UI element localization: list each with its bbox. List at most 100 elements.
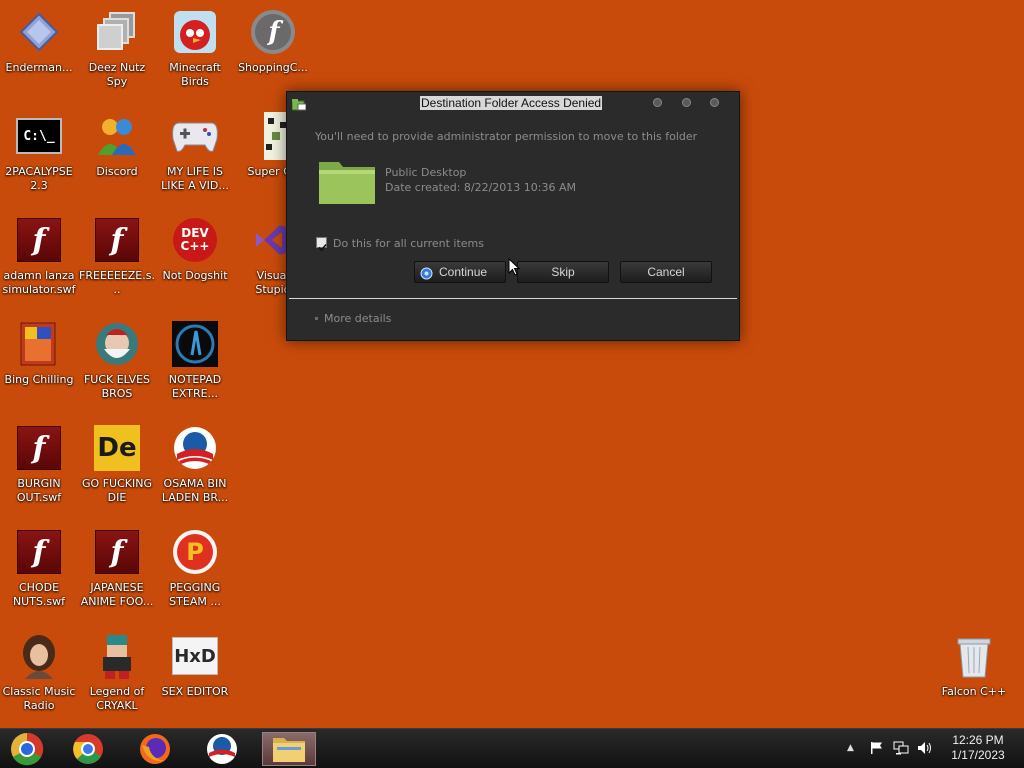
flash-icon: f — [93, 216, 141, 264]
desktop-icon-bing-chilling[interactable]: Bing Chilling — [0, 320, 78, 387]
dialog-message: You'll need to provide administrator per… — [315, 130, 698, 143]
desktop-icon-deez-nutz-spy[interactable]: Deez Nutz Spy — [78, 8, 156, 89]
desktop-icon-falcon-cpp[interactable]: Falcon C++ — [935, 632, 1013, 699]
taskbar-chrome[interactable] — [64, 732, 112, 766]
shield-gear-icon — [420, 266, 433, 280]
desktop-icon-legend-of-cryakl[interactable]: Legend of CRYAKL — [78, 632, 156, 713]
folder-date-created: Date created: 8/22/2013 10:36 AM — [385, 181, 577, 194]
desktop-icon-2pacalypse[interactable]: C:\_ 2PACALYPSE 2.3 — [0, 112, 78, 193]
more-details-label: More details — [324, 312, 392, 325]
desktop-icon-label: BURGIN OUT.swf — [16, 477, 62, 504]
desktop-icon-label: PEGGING STEAM ... — [169, 581, 221, 608]
desktop-icon-freeeeeze[interactable]: f FREEEEEZE.s... — [78, 216, 156, 297]
flash-icon: f — [15, 528, 63, 576]
desktop-icon-my-life-is-like-a-vid[interactable]: MY LIFE IS LIKE A VID... — [156, 112, 234, 193]
desktop-icon-classic-music-radio[interactable]: Classic Music Radio — [0, 632, 78, 713]
apply-all-label: Do this for all current items — [333, 237, 484, 250]
hxd-icon: HxD — [171, 632, 219, 680]
desktop-icon-label: Enderman... — [5, 61, 73, 74]
flash-glyph: f — [32, 534, 46, 570]
de-logo-icon: De — [93, 424, 141, 472]
pixel-character-icon — [93, 632, 141, 680]
desktop-icon-label: Discord — [96, 165, 138, 178]
desktop-icon-label: Minecraft Birds — [169, 61, 221, 88]
desktop-icon-go-fucking-die[interactable]: De GO FUCKING DIE — [78, 424, 156, 505]
skip-label: Skip — [551, 265, 575, 279]
cancel-label: Cancel — [647, 265, 685, 279]
maximize-button[interactable] — [682, 98, 691, 107]
minimize-button[interactable] — [653, 98, 662, 107]
gamepad-icon — [171, 112, 219, 160]
angry-bird-icon — [171, 8, 219, 56]
desktop-icon-burgin-out[interactable]: f BURGIN OUT.swf — [0, 424, 78, 505]
desktop-icon-shoppingc[interactable]: f ShoppingC... — [234, 8, 312, 75]
show-hidden-icons-icon[interactable]: ▲ — [847, 743, 854, 753]
desktop-icon-pegging-steam[interactable]: P PEGGING STEAM ... — [156, 528, 234, 609]
flash-glyph: f — [32, 430, 46, 466]
desktop-icon-minecraft-birds[interactable]: Minecraft Birds — [156, 8, 234, 89]
windows-stack-icon — [93, 8, 141, 56]
expand-arrow-icon — [315, 317, 318, 320]
close-button[interactable] — [710, 98, 719, 107]
taskbar-obama-app[interactable] — [198, 732, 246, 766]
desktop-icon-label: FREEEEEZE.s... — [79, 269, 155, 296]
desktop-icon-osama-bin-laden[interactable]: OSAMA BIN LADEN BR... — [156, 424, 234, 505]
taskbar-file-explorer[interactable] — [262, 732, 316, 766]
desktop-icon-label: Deez Nutz Spy — [88, 61, 146, 88]
flash-glyph: f — [110, 222, 124, 258]
devcpp-icon: DEV C++ — [171, 216, 219, 264]
diamond-app-icon — [15, 8, 63, 56]
desktop-icon-sex-editor[interactable]: HxD SEX EDITOR — [156, 632, 234, 699]
mouse-cursor — [508, 257, 521, 280]
desktop-icon-notepad-extre[interactable]: NOTEPAD EXTRE... — [156, 320, 234, 401]
desktop-icon-not-dogshit[interactable]: DEV C++ Not Dogshit — [156, 216, 234, 283]
dialog-titlebar[interactable]: Destination Folder Access Denied — [287, 92, 739, 114]
desktop-icon-label: GO FUCKING DIE — [82, 477, 152, 504]
desktop-icon-label: JAPANESE ANIME FOO... — [80, 581, 154, 608]
desktop-icon-fuck-elves-bros[interactable]: FUCK ELVES BROS — [78, 320, 156, 401]
p-logo-icon: P — [171, 528, 219, 576]
desktop-icon-label: Legend of CRYAKL — [89, 685, 145, 712]
obama-logo-icon — [207, 734, 237, 764]
portrait-icon — [15, 632, 63, 680]
volume-icon[interactable] — [917, 741, 933, 758]
desktop-icon-label: MY LIFE IS LIKE A VID... — [161, 165, 229, 192]
desktop-icon-discord[interactable]: Discord — [78, 112, 156, 179]
game-box-icon — [15, 320, 63, 368]
flash-icon: f — [15, 424, 63, 472]
desktop-icon-label: Bing Chilling — [4, 373, 74, 386]
desktop-icon-adamn-lanza[interactable]: f adamn lanza simulator.swf — [0, 216, 78, 297]
taskbar-firefox[interactable] — [131, 732, 179, 766]
checkmark-icon — [318, 243, 327, 252]
desktop-icon-label: SEX EDITOR — [161, 685, 229, 698]
cancel-button[interactable]: Cancel — [620, 261, 712, 283]
skip-button[interactable]: Skip — [517, 261, 609, 283]
taskbar: ▲ 12:26 PM 1/17/2023 — [0, 728, 1024, 768]
start-orb-icon — [11, 732, 44, 766]
network-icon[interactable] — [893, 741, 909, 758]
desktop-icon-enderman[interactable]: Enderman... — [0, 8, 78, 75]
clock-date: 1/17/2023 — [951, 748, 1005, 762]
apply-all-checkbox[interactable] — [316, 237, 327, 252]
desktop-icon-japanese-anime[interactable]: f JAPANESE ANIME FOO... — [78, 528, 156, 609]
continue-button[interactable]: Continue — [414, 261, 506, 283]
action-center-flag-icon[interactable] — [870, 741, 884, 758]
start-button[interactable] — [3, 732, 51, 766]
access-denied-dialog: Destination Folder Access Denied You'll … — [286, 91, 740, 341]
flash-glyph: f — [32, 222, 46, 258]
folder-item[interactable]: Public Desktop Date created: 8/22/2013 1… — [317, 158, 577, 208]
hxd-glyph: HxD — [172, 637, 218, 675]
continue-label: Continue — [439, 265, 488, 279]
chrome-icon — [73, 734, 103, 764]
desktop-icon-label: 2PACALYPSE 2.3 — [5, 165, 73, 192]
obama-logo-icon — [171, 424, 219, 472]
dialog-title: Destination Folder Access Denied — [420, 96, 603, 110]
command-prompt-icon: C:\_ — [15, 112, 63, 160]
folder-name: Public Desktop — [385, 166, 467, 179]
desktop-icon-label: CHODE NUTS.swf — [12, 581, 66, 608]
messenger-people-icon — [93, 112, 141, 160]
desktop-icon-label: ShoppingC... — [238, 61, 308, 74]
desktop-icon-chode-nuts[interactable]: f CHODE NUTS.swf — [0, 528, 78, 609]
flash-player-icon: f — [249, 8, 297, 56]
system-clock[interactable]: 12:26 PM 1/17/2023 — [944, 733, 1012, 763]
